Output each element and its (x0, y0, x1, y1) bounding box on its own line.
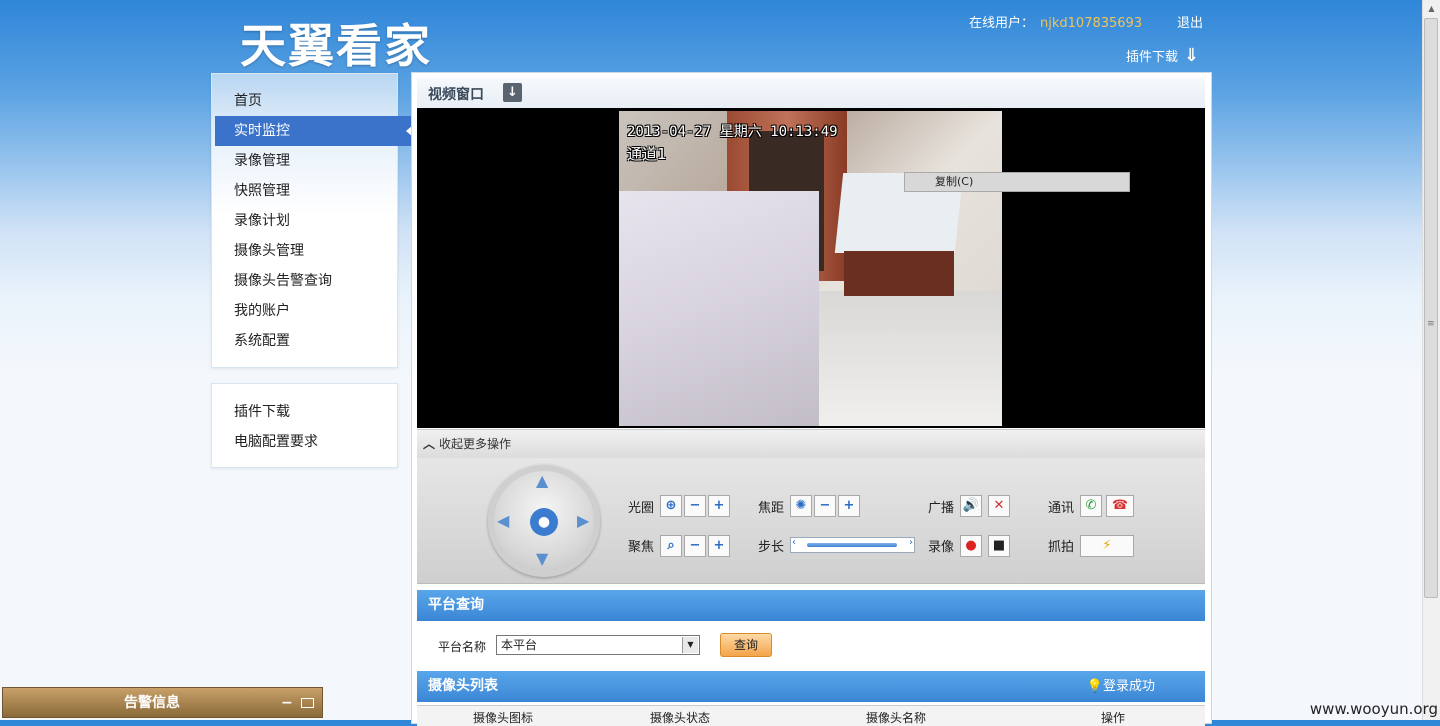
platform-select-value: 本平台 (501, 638, 538, 652)
scroll-up-icon[interactable]: ▲ (1423, 0, 1440, 17)
speaker-mute-icon[interactable]: ✕ (988, 495, 1010, 517)
app-logo: 天翼看家 (240, 19, 432, 73)
step-label: 步长 (758, 540, 785, 555)
camera-list-title: 摄像头列表 (428, 678, 498, 694)
col-operation: 操作 (1101, 711, 1126, 725)
plugin-download-link[interactable]: 插件下载 ⇓ (1126, 45, 1199, 66)
login-status: 💡登录成功 (1087, 671, 1155, 702)
iris-target-icon[interactable]: ⊕ (660, 495, 682, 517)
focus-minus-button[interactable]: − (814, 495, 836, 517)
collapse-label: 收起更多操作 (439, 437, 512, 451)
broadcast-label: 广播 (928, 501, 955, 516)
sidebar-nav: 首页 实时监控 录像管理 快照管理 录像计划 摄像头管理 摄像头告警查询 我的账… (211, 73, 413, 368)
ptz-down-icon[interactable]: ▼ (536, 549, 548, 568)
sidebar-item-home[interactable]: 首页 (234, 86, 397, 116)
sidebar-link-pc-requirements[interactable]: 电脑配置要求 (234, 431, 318, 451)
watermark: www.wooyun.org (1309, 700, 1438, 718)
video-window-header: 视频窗口 ↓ (417, 78, 1205, 108)
record-start-icon[interactable]: ● (960, 535, 982, 557)
record-label: 录像 (928, 540, 955, 555)
col-camera-status: 摄像头状态 (650, 711, 711, 725)
minimize-icon[interactable]: − (281, 688, 293, 719)
ptz-right-icon[interactable]: ▶ (577, 511, 589, 530)
call-answer-icon[interactable]: ✆ (1080, 495, 1102, 517)
login-status-text: 登录成功 (1102, 679, 1155, 694)
plugin-download-label: 插件下载 (1126, 50, 1179, 65)
step-slider[interactable]: ‹ › (790, 537, 915, 553)
alarm-info-title: 告警信息 (124, 695, 180, 711)
online-user-label: 在线用户： (969, 16, 1035, 31)
logout-link[interactable]: 退出 (1177, 12, 1203, 31)
scroll-thumb[interactable]: ≡ (1424, 18, 1438, 598)
focus-aperture-icon[interactable]: ✺ (790, 495, 812, 517)
sidebar-link-plugin-download[interactable]: 插件下载 (234, 401, 290, 421)
query-button[interactable]: 查询 (720, 633, 772, 657)
video-frame: 2013-04-27 星期六 10:13:49 通道1 (619, 111, 1002, 426)
platform-name-select[interactable]: 本平台 ▼ (496, 635, 700, 655)
focus-plus-button[interactable]: + (838, 495, 860, 517)
ptz-up-icon[interactable]: ▲ (536, 471, 548, 490)
alarm-info-bar[interactable]: 告警信息 − (2, 687, 323, 718)
camera-list-columns: 摄像头图标 摄像头状态 摄像头名称 操作 (417, 705, 1205, 726)
sidebar-item-live-monitor[interactable]: 实时监控 (215, 116, 413, 146)
maximize-icon[interactable] (301, 698, 314, 708)
zoom-minus-button[interactable]: − (684, 535, 706, 557)
camera-list-header: 摄像头列表 💡登录成功 (417, 671, 1205, 702)
zoom-plus-button[interactable]: + (708, 535, 730, 557)
focus-distance-label: 焦距 (758, 501, 785, 516)
col-camera-icon: 摄像头图标 (473, 711, 534, 725)
call-hangup-icon[interactable]: ☎ (1106, 495, 1134, 517)
snapshot-lightning-icon[interactable]: ⚡ (1080, 535, 1134, 557)
chevron-down-icon: ▼ (682, 637, 698, 653)
sidebar-item-system-config[interactable]: 系统配置 (234, 326, 397, 356)
iris-plus-button[interactable]: + (708, 495, 730, 517)
speaker-on-icon[interactable]: 🔊 (960, 495, 982, 517)
slider-left-icon[interactable]: ‹ (792, 537, 796, 548)
sidebar-item-recordings[interactable]: 录像管理 (234, 146, 397, 176)
platform-name-label: 平台名称 (438, 640, 487, 654)
ptz-center-user-icon[interactable]: ● (530, 508, 558, 536)
video-timestamp: 2013-04-27 星期六 10:13:49 (627, 124, 838, 140)
slider-right-icon[interactable]: › (909, 537, 913, 548)
iris-minus-button[interactable]: − (684, 495, 706, 517)
main-panel: 视频窗口 ↓ 2013-04-27 星期六 10:13:49 通道1 复制(C)… (411, 72, 1212, 726)
video-player[interactable]: 2013-04-27 星期六 10:13:49 通道1 复制(C) (417, 108, 1205, 428)
video-download-icon[interactable]: ↓ (503, 83, 522, 102)
page-scrollbar[interactable]: ▲ ≡ (1422, 0, 1440, 720)
step-slider-track (807, 543, 897, 547)
lightbulb-icon: 💡 (1086, 679, 1103, 694)
sidebar-links: 插件下载 电脑配置要求 (211, 383, 398, 468)
sidebar-item-snapshots[interactable]: 快照管理 (234, 176, 397, 206)
iris-label: 光圈 (628, 501, 655, 516)
talk-label: 通讯 (1048, 501, 1075, 516)
platform-query-title: 平台查询 (428, 597, 484, 613)
video-window-title: 视频窗口 (428, 87, 484, 103)
sidebar-item-record-plan[interactable]: 录像计划 (234, 206, 397, 236)
context-menu-copy[interactable]: 复制(C) (904, 172, 1130, 192)
sidebar-item-camera-alarms[interactable]: 摄像头告警查询 (234, 266, 397, 296)
collapse-more-ops[interactable]: ︿ 收起更多操作 (417, 429, 1205, 458)
sidebar-item-camera-manage[interactable]: 摄像头管理 (234, 236, 397, 266)
col-camera-name: 摄像头名称 (866, 711, 927, 725)
record-stop-icon[interactable]: ■ (988, 535, 1010, 557)
download-arrow-icon: ⇓ (1184, 45, 1200, 66)
video-channel-label: 通道1 (627, 145, 667, 163)
sidebar-item-my-account[interactable]: 我的账户 (234, 296, 397, 326)
ptz-controls: ▲ ▼ ◀ ▶ ● 光圈 ⊕ − + 焦距 ✺ − + 广播 🔊 ✕ 通讯 ✆ … (417, 458, 1205, 584)
chevron-up-icon: ︿ (423, 437, 436, 451)
online-user-info: 在线用户： njkd107835693 (969, 12, 1142, 31)
zoom-magnifier-icon[interactable]: ⌕ (660, 535, 682, 557)
snapshot-label: 抓拍 (1048, 540, 1075, 555)
zoom-label: 聚焦 (628, 540, 655, 555)
online-username: njkd107835693 (1040, 16, 1143, 31)
platform-query-header: 平台查询 (417, 590, 1205, 621)
platform-query-form: 平台名称 本平台 ▼ 查询 (417, 623, 1205, 671)
ptz-dpad: ▲ ▼ ◀ ▶ ● (488, 465, 600, 577)
ptz-left-icon[interactable]: ◀ (497, 511, 509, 530)
